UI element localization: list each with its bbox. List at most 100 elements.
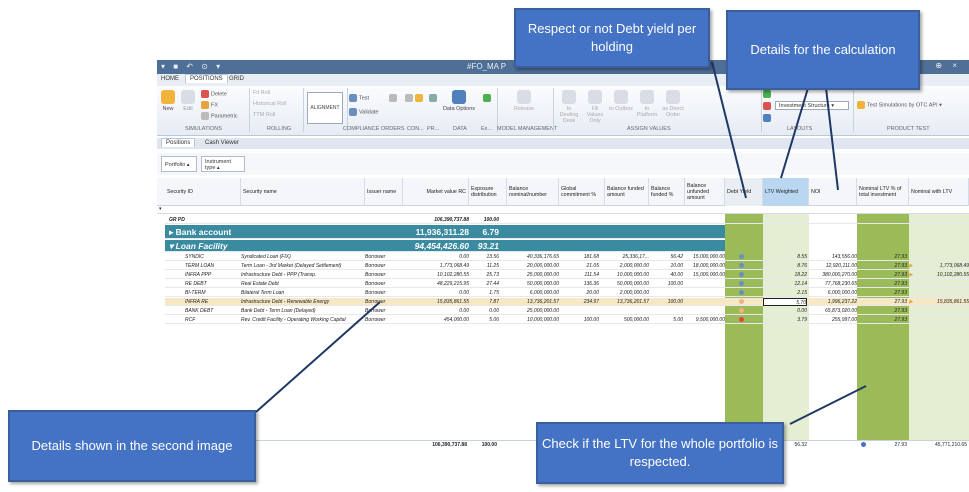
- to-outbox-button[interactable]: to Outbox: [609, 90, 633, 112]
- cell-security-id: BI-TERM: [185, 290, 206, 296]
- table-row[interactable]: SYNDIC Syndicated Loan (FIX) Borrower 0.00 1…: [165, 253, 969, 261]
- debt-yield-status: [739, 298, 749, 306]
- total-exposure: 100.00: [481, 442, 497, 448]
- cell-market-value: 0.00: [459, 254, 469, 260]
- add-layout-button[interactable]: [763, 90, 773, 98]
- direct-order-label: as Direct Order: [662, 106, 684, 118]
- col-market-value-rc[interactable]: Market value RC: [403, 178, 469, 206]
- table-row[interactable]: INFRA RE Infrastructure Debt - Renewable …: [165, 298, 969, 306]
- layout-dropdown[interactable]: Investment Structure ▾: [775, 101, 849, 110]
- col-security-name[interactable]: Security name: [241, 178, 365, 206]
- fit-roll-button[interactable]: Fit Roll: [253, 90, 270, 96]
- assign-values-group-label: ASSIGN VALUES: [627, 126, 671, 132]
- table-row[interactable]: INFRA PPP Infrastructure Debt - PPP (Tran…: [165, 271, 969, 279]
- group-chip-portfolio[interactable]: Portfolio ▴: [161, 156, 197, 172]
- group-row-bank-account[interactable]: ▸ Bank account 11,936,311.28 6.79: [165, 225, 725, 239]
- orders-icon-2[interactable]: [405, 94, 415, 102]
- table-row[interactable]: RE DEBT Real Estate Debt Borrower 48,229,21…: [165, 280, 969, 288]
- col-nominal-with-ltv[interactable]: Nominal with LTV: [909, 178, 969, 206]
- cell-balance-unfunded-amount: 9,500,000.00: [695, 317, 725, 323]
- table-row[interactable]: TERM LOAN Term Loan - 3rd Market (Delayed…: [165, 262, 969, 270]
- gear-icon: [429, 94, 437, 102]
- tab-grid[interactable]: GRID: [229, 76, 244, 82]
- cell-noi: 6,000,000.00: [827, 290, 857, 296]
- cell-nominal-with-ltv: [911, 316, 969, 324]
- cell-balance-funded-pct: 10.00: [670, 263, 683, 269]
- arrow-icon: ▶: [909, 299, 913, 305]
- data-group-label: DATA: [453, 126, 467, 132]
- cell-balance-funded-amount: [599, 307, 649, 315]
- document-icon: [405, 94, 413, 102]
- export-button[interactable]: [483, 94, 493, 102]
- filter-row[interactable]: ▾: [157, 206, 969, 214]
- col-ltv-weighted[interactable]: LTV Weighted: [763, 178, 809, 206]
- group-chip-instrument-type[interactable]: Instrument type ▴: [201, 156, 245, 172]
- delete-button[interactable]: Delete: [201, 90, 227, 98]
- table-row[interactable]: RCF Rev. Credit Facility - Operating Work…: [165, 316, 969, 324]
- parametric-button[interactable]: Parametric: [201, 112, 238, 120]
- col-exposure-distribution[interactable]: Exposure distribution: [469, 178, 507, 206]
- historical-roll-button[interactable]: Historical Roll: [253, 101, 287, 107]
- cell-security-id: BANK DEBT: [185, 308, 214, 314]
- tab-home[interactable]: HOME: [161, 76, 179, 82]
- save-layout-button[interactable]: [763, 114, 773, 122]
- data-options-button[interactable]: Data Options: [441, 90, 477, 112]
- delete-layout-button[interactable]: [763, 102, 773, 110]
- ttm-roll-button[interactable]: TTM Roll: [253, 112, 275, 118]
- window-controls[interactable]: ⊕ ×: [935, 61, 961, 70]
- tab-positions-doc[interactable]: Positions: [161, 138, 196, 147]
- filter-icon: ▾: [159, 206, 162, 212]
- fx-button[interactable]: FX: [201, 101, 218, 109]
- col-issuer-name[interactable]: Issuer name: [365, 178, 403, 206]
- cell-global-commitment: 100.00: [583, 317, 599, 323]
- alignment-selector[interactable]: ALIGNMENT: [307, 92, 343, 124]
- quick-access-toolbar[interactable]: ▾ ■ ↶ ⊙ ▾: [161, 62, 223, 71]
- cell-security-name: Bank Debt - Term Loan (Delayed): [241, 308, 316, 314]
- col-balance-funded-pct[interactable]: Balance funded %: [649, 178, 685, 206]
- star-button[interactable]: [415, 94, 425, 102]
- tab-positions[interactable]: POSITIONS: [185, 74, 228, 83]
- orders-icon[interactable]: [389, 94, 399, 102]
- col-balance-nominal[interactable]: Balance nominal/number: [507, 178, 559, 206]
- cell-ltv-weighted: 8.76: [797, 263, 807, 269]
- col-security-id[interactable]: Security ID: [165, 178, 241, 206]
- new-simulation-button[interactable]: New: [159, 90, 177, 112]
- cell-global-commitment: 181.68: [583, 254, 599, 260]
- cell-ltv-weighted: 2.15: [797, 290, 807, 296]
- group-row-portfolio[interactable]: GR PD 106,390,737.88 100.00: [165, 216, 969, 224]
- cell-nominal-ltv: 27.93: [894, 308, 907, 314]
- col-debt-yield[interactable]: Debt Yield: [725, 178, 763, 206]
- fill-values-button[interactable]: Fill Values Only: [583, 90, 607, 124]
- validate-button[interactable]: Validate: [349, 108, 378, 116]
- edit-simulation-button[interactable]: Edit: [179, 90, 197, 112]
- cell-issuer-name: Borrower: [365, 263, 386, 269]
- col-global-commitment[interactable]: Global commitment %: [559, 178, 605, 206]
- col-balance-funded-amount[interactable]: Balance funded amount: [605, 178, 649, 206]
- to-dealing-desk-button[interactable]: to Dealing Desk: [557, 90, 581, 124]
- col-nominal-ltv-pct[interactable]: Nominal LTV % of total investment: [857, 178, 909, 206]
- release-button[interactable]: Release: [509, 90, 539, 112]
- cell-nominal-ltv: 27.93: [894, 254, 907, 260]
- cell-market-value: 48,229,215.95: [437, 281, 469, 287]
- test-icon: [349, 94, 357, 102]
- col-balance-unfunded-amount[interactable]: Balance unfunded amount: [685, 178, 725, 206]
- table-row[interactable]: BANK DEBT Bank Debt - Term Loan (Delayed)…: [165, 307, 969, 315]
- orders-group-label: ORDERS: [381, 126, 405, 132]
- group-row-loan-facility[interactable]: ▾ Loan Facility 94,454,426.60 93.21: [165, 240, 725, 252]
- tab-cash-viewer[interactable]: Cash Viewer: [205, 140, 239, 146]
- test-button[interactable]: Test: [349, 94, 369, 102]
- status-dot-icon: [739, 308, 744, 314]
- cell-nominal-with-ltv: [911, 289, 969, 297]
- outbox-icon: [614, 90, 628, 104]
- status-dot-icon: [739, 272, 744, 278]
- status-dot-icon: [739, 299, 744, 305]
- product-test-dropdown[interactable]: Test Simulations by OTC API ▾: [857, 101, 942, 109]
- table-row[interactable]: BI-TERM Bilateral Term Loan Borrower 0.00 1.…: [165, 289, 969, 297]
- settings-button[interactable]: [429, 94, 439, 102]
- to-platform-button[interactable]: to Platform: [635, 90, 659, 118]
- group-portfolio-name: GR PD: [169, 217, 185, 223]
- as-direct-order-button[interactable]: as Direct Order: [661, 90, 685, 118]
- rolling-group-label: ROLLING: [267, 126, 292, 132]
- cell-balance-funded-amount: 2,000,000.00: [619, 263, 649, 269]
- col-noi[interactable]: NOI: [809, 178, 857, 206]
